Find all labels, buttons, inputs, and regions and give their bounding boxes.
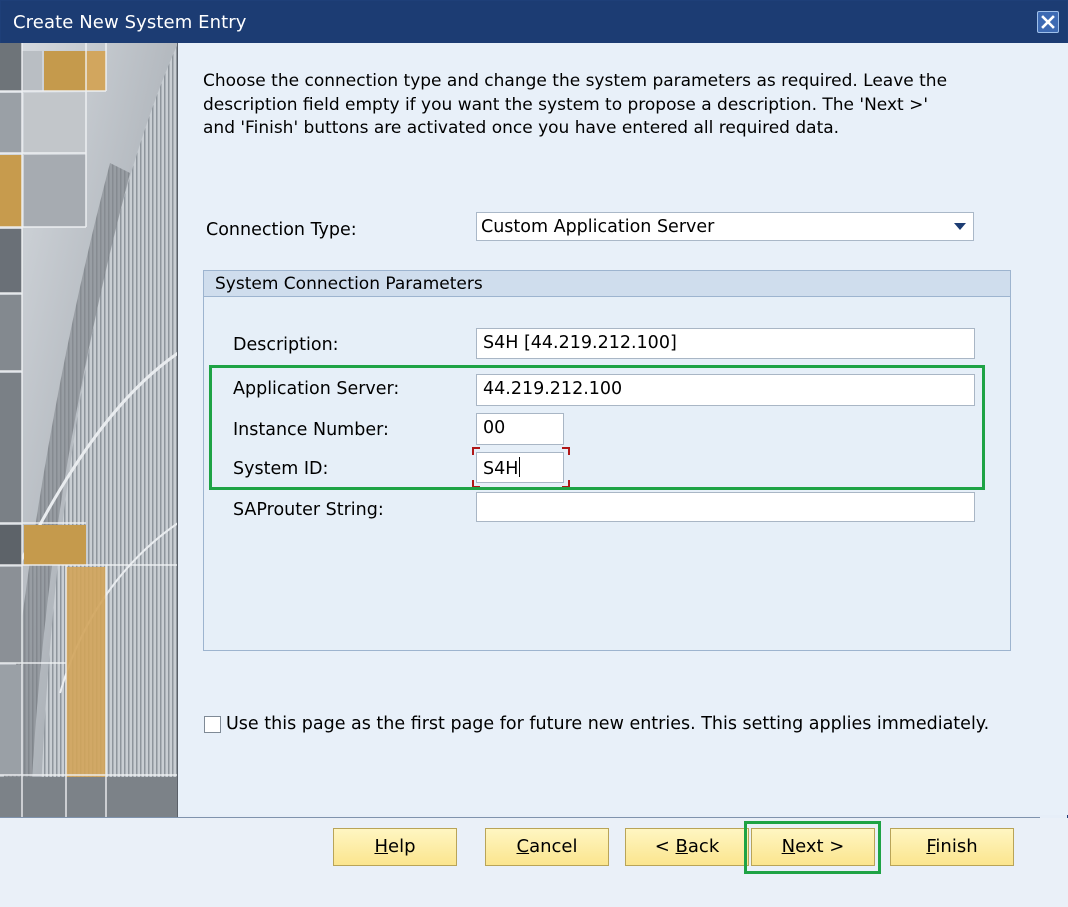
instructions-text: Choose the connection type and change th… xyxy=(203,71,948,138)
help-button-label: elp xyxy=(388,836,416,857)
first-page-checkbox[interactable] xyxy=(204,716,221,733)
group-title: System Connection Parameters xyxy=(215,274,483,294)
cancel-button[interactable]: Cancel xyxy=(485,828,609,866)
back-button-prefix: < xyxy=(654,836,676,857)
description-label: Description: xyxy=(233,335,339,355)
finish-button-label: inish xyxy=(935,836,978,857)
chevron-down-icon[interactable] xyxy=(954,223,966,230)
connection-type-label: Connection Type: xyxy=(206,220,357,240)
finish-button[interactable]: Finish xyxy=(890,828,1014,866)
connection-type-value: Custom Application Server xyxy=(481,217,715,237)
saprouter-string-label: SAProuter String: xyxy=(233,500,384,520)
next-highlight-box xyxy=(744,821,881,874)
title-bar: Create New System Entry xyxy=(1,1,1067,44)
saprouter-string-field[interactable] xyxy=(476,492,975,522)
help-button[interactable]: Help xyxy=(333,828,457,866)
help-button-mnemonic: H xyxy=(374,836,389,857)
window-title: Create New System Entry xyxy=(13,12,247,33)
decorative-side-image xyxy=(0,43,178,817)
connection-type-dropdown[interactable]: Custom Application Server xyxy=(476,212,974,241)
close-button[interactable] xyxy=(1037,11,1059,33)
back-button[interactable]: < Back xyxy=(625,828,749,866)
back-button-mnemonic: B xyxy=(675,836,688,857)
back-button-label: ack xyxy=(687,836,720,857)
description-value: S4H [44.219.212.100] xyxy=(483,333,677,353)
highlight-box xyxy=(209,365,985,490)
close-icon xyxy=(1041,15,1055,29)
first-page-checkbox-label[interactable]: Use this page as the first page for futu… xyxy=(226,714,989,734)
description-field[interactable]: S4H [44.219.212.100] xyxy=(476,328,975,359)
cancel-button-mnemonic: C xyxy=(516,836,530,857)
group-header: System Connection Parameters xyxy=(204,271,1010,297)
cancel-button-label: ancel xyxy=(529,836,578,857)
